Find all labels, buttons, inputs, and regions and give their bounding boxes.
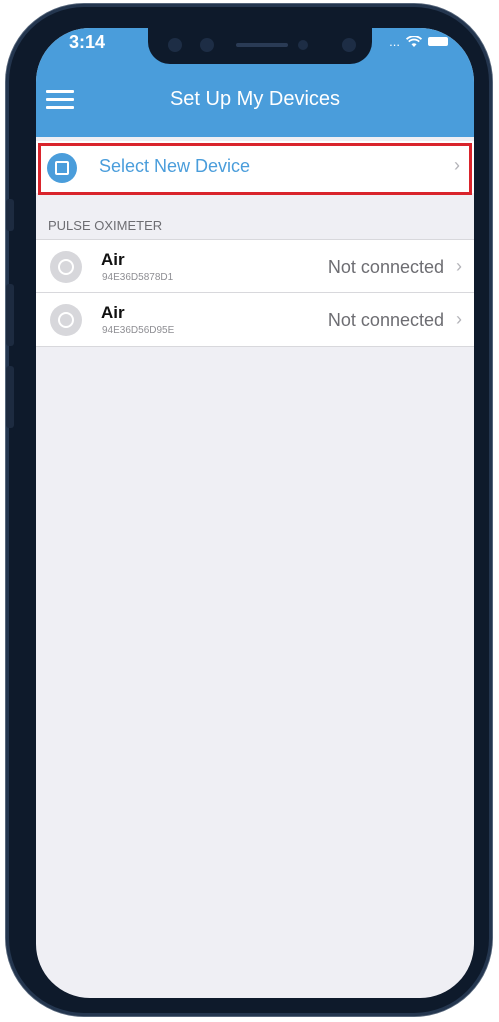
nav-header: 3:14 ... Set Up My Devices [36,28,474,137]
volume-down-button [6,366,14,428]
status-icons: ... [389,34,448,49]
front-camera-icon [298,40,308,50]
device-name: Air [101,250,125,269]
device-row[interactable]: Air 94E36D56D95E Not connected › [36,293,474,347]
camera-icon [168,38,182,52]
device-name: Air [101,303,125,322]
page-title: Set Up My Devices [169,88,341,110]
phone-frame: 3:14 ... Set Up My Devices Select New De… [6,4,492,1016]
pulse-oximeter-icon [50,304,82,336]
chevron-right-icon: › [456,309,462,329]
select-new-device-button[interactable]: Select New Device › [36,141,474,193]
chevron-right-icon: › [454,155,460,175]
device-id: 94E36D56D95E [102,325,175,336]
pulse-oximeter-icon [50,251,82,283]
select-new-device-label: Select New Device [99,156,251,176]
notch [148,28,372,64]
sensor-icon [200,38,214,52]
wifi-icon [406,35,422,47]
app-screen: 3:14 ... Set Up My Devices Select New De… [36,28,474,998]
device-id: 94E36D5878D1 [102,272,174,283]
chevron-right-icon: › [456,256,462,276]
device-list: Air 94E36D5878D1 Not connected › Air 94E… [36,239,474,347]
speaker-grille [236,43,288,47]
mute-switch [6,199,14,231]
device-status: Not connected [327,257,444,277]
device-row[interactable]: Air 94E36D5878D1 Not connected › [36,239,474,293]
device-chip-icon [47,153,77,183]
battery-icon [428,37,448,46]
status-time: 3:14 [69,32,106,52]
face-sensor-icon [342,38,356,52]
volume-up-button [6,284,14,346]
section-header: PULSE OXIMETER [48,218,163,233]
signal-icon: ... [389,34,400,49]
device-status: Not connected [327,310,444,330]
